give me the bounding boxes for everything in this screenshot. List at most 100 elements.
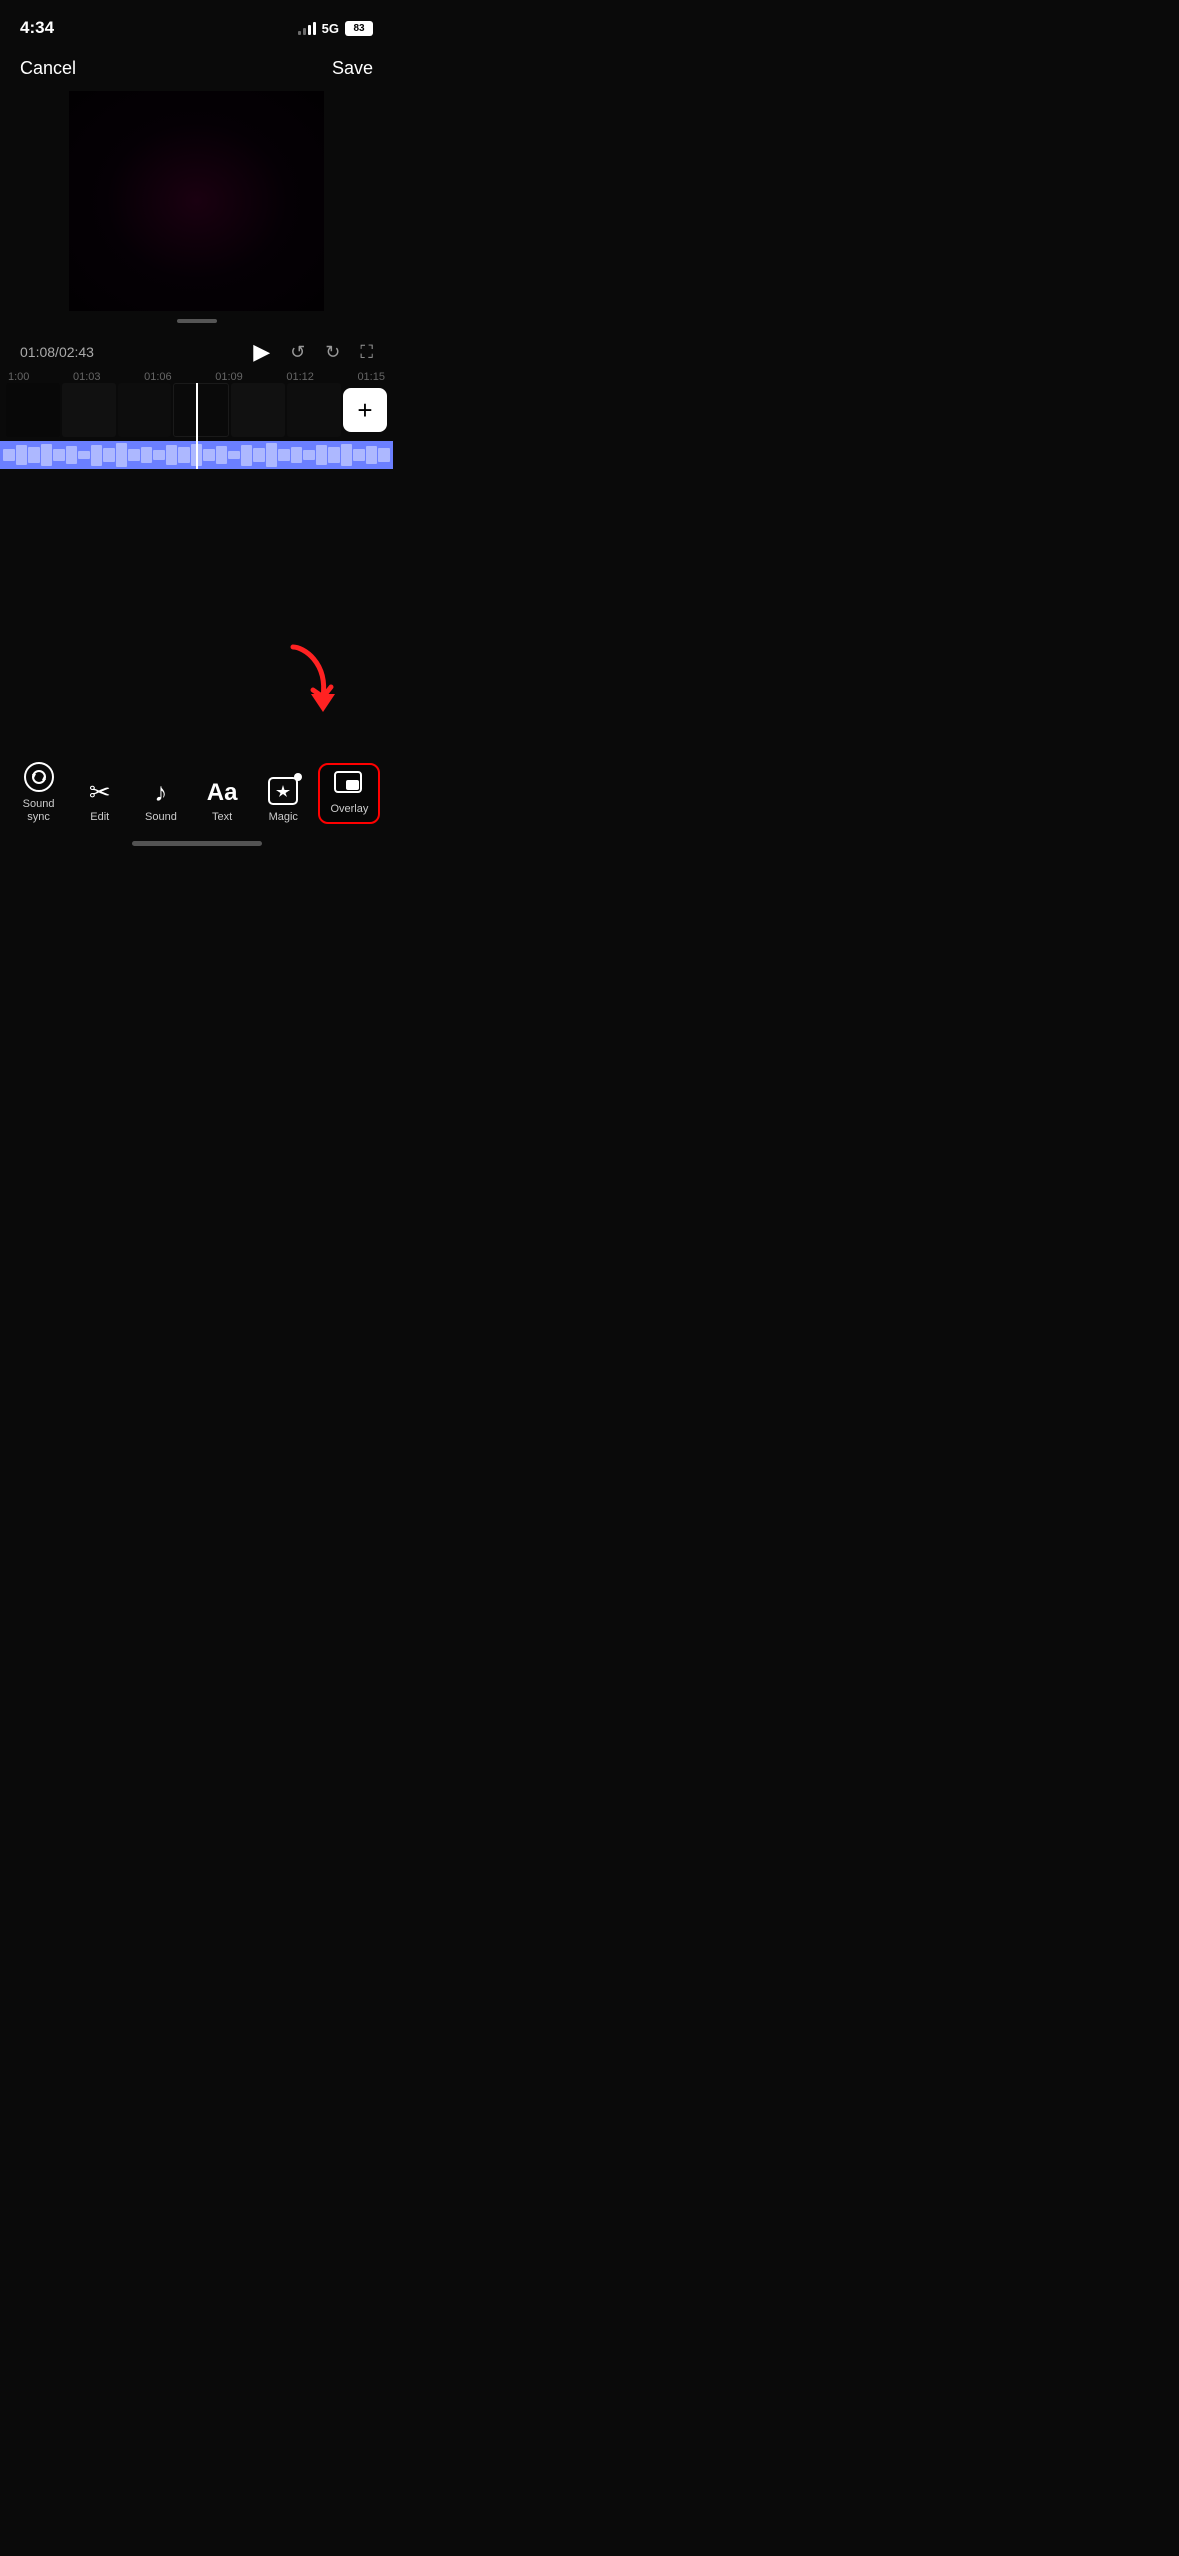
tool-edit[interactable]: ✂ Edit [74,779,126,824]
strip-thumb-5 [231,383,285,437]
current-time: 01:08 [20,344,55,360]
strip-thumb-6 [287,383,341,437]
wave-bar [216,446,228,464]
wave-bar [291,447,303,464]
status-right: 5G 83 [298,21,373,36]
magic-icon-svg [276,785,290,797]
ruler-mark-2: 01:06 [144,371,172,383]
signal-bar-4 [313,22,316,35]
edit-icon: ✂ [89,779,111,805]
wave-bar [166,445,178,465]
audio-track[interactable] [0,441,393,469]
wave-bar [91,445,103,466]
status-bar: 4:34 5G 83 [0,0,393,50]
drag-handle-area [0,311,393,327]
wave-bar [3,449,15,460]
overlay-pip [346,780,359,790]
wave-bar [141,447,153,464]
wave-bar [228,451,240,459]
sound-label: Sound [145,811,177,824]
text-label: Text [212,811,232,824]
ruler-mark-3: 01:09 [215,371,243,383]
magic-dot [294,773,302,781]
signal-bar-1 [298,31,301,35]
waveform [0,441,393,469]
wave-bar [341,444,353,466]
signal-bar-3 [308,25,311,35]
tool-overlay[interactable]: Overlay [318,763,380,824]
arrow-svg [273,642,343,732]
status-time: 4:34 [20,18,54,38]
ruler-mark-5: 01:15 [357,371,385,383]
timeline-space [0,469,393,529]
wave-bar [378,448,390,462]
drag-handle [177,319,217,323]
magic-icon [268,777,298,805]
battery-level: 83 [345,21,373,36]
bottom-toolbar: Soundsync ✂ Edit ♪ Sound Aa Text Magic O… [0,752,393,832]
wave-bar [66,446,78,464]
edit-label: Edit [90,811,109,824]
sync-icon-svg [30,768,48,786]
wave-bar [203,449,215,462]
playback-controls: ▶ ↺ ↻ ⛶ [253,339,373,365]
wave-bar [128,449,140,460]
wave-bar [53,449,65,462]
wave-bar [16,445,28,465]
plus-icon: + [357,397,372,423]
sound-sync-icon [24,762,54,792]
save-button[interactable]: Save [332,58,373,79]
overlay-icon-frame [334,771,362,793]
strip-thumb-2 [62,383,116,437]
wave-bar [253,448,265,462]
timeline-ruler: 1:00 01:03 01:06 01:09 01:12 01:15 [0,371,393,383]
wave-bar [328,447,340,462]
network-type: 5G [322,21,339,36]
wave-bar [241,445,253,466]
strip-thumb-1 [6,383,60,437]
overlay-label: Overlay [330,803,368,816]
tool-sound[interactable]: ♪ Sound [135,779,187,824]
red-arrow-annotation [273,642,343,737]
fullscreen-button[interactable]: ⛶ [360,342,373,363]
playback-bar: 01:08/02:43 ▶ ↺ ↻ ⛶ [0,327,393,371]
wave-bar [103,448,115,462]
wave-bar [28,447,40,462]
timeline-wrapper: + [0,383,393,469]
sound-sync-label: Soundsync [23,798,55,824]
rewind-button[interactable]: ↺ [290,342,305,363]
tool-sound-sync[interactable]: Soundsync [13,762,65,824]
sound-icon: ♪ [154,779,167,805]
play-button[interactable]: ▶ [253,339,270,365]
wave-bar [278,449,290,460]
wave-bar [303,450,315,460]
wave-bar [153,450,165,460]
video-preview [69,91,324,311]
battery: 83 [345,21,373,36]
total-time: 02:43 [59,344,94,360]
signal-bars [298,21,316,35]
wave-bar [191,444,203,466]
ruler-mark-1: 01:03 [73,371,101,383]
ruler-mark-4: 01:12 [286,371,314,383]
magic-label: Magic [269,811,298,824]
timecode: 01:08/02:43 [20,344,94,360]
video-strip-row: + [0,383,393,441]
add-clip-button[interactable]: + [343,388,387,432]
wave-bar [178,447,190,462]
home-indicator [132,841,262,846]
wave-bar [316,445,328,465]
tool-magic[interactable]: Magic [257,777,309,824]
ruler-mark-0: 1:00 [8,371,29,383]
strip-thumb-3 [118,383,172,437]
wave-bar [366,446,378,464]
overlay-icon [334,771,364,797]
wave-bar [116,443,128,467]
cancel-button[interactable]: Cancel [20,58,76,79]
wave-bar [353,449,365,462]
wave-bar [78,451,90,459]
forward-button[interactable]: ↻ [325,342,340,363]
wave-bar [41,444,53,466]
wave-bar [266,443,278,467]
tool-text[interactable]: Aa Text [196,781,248,824]
